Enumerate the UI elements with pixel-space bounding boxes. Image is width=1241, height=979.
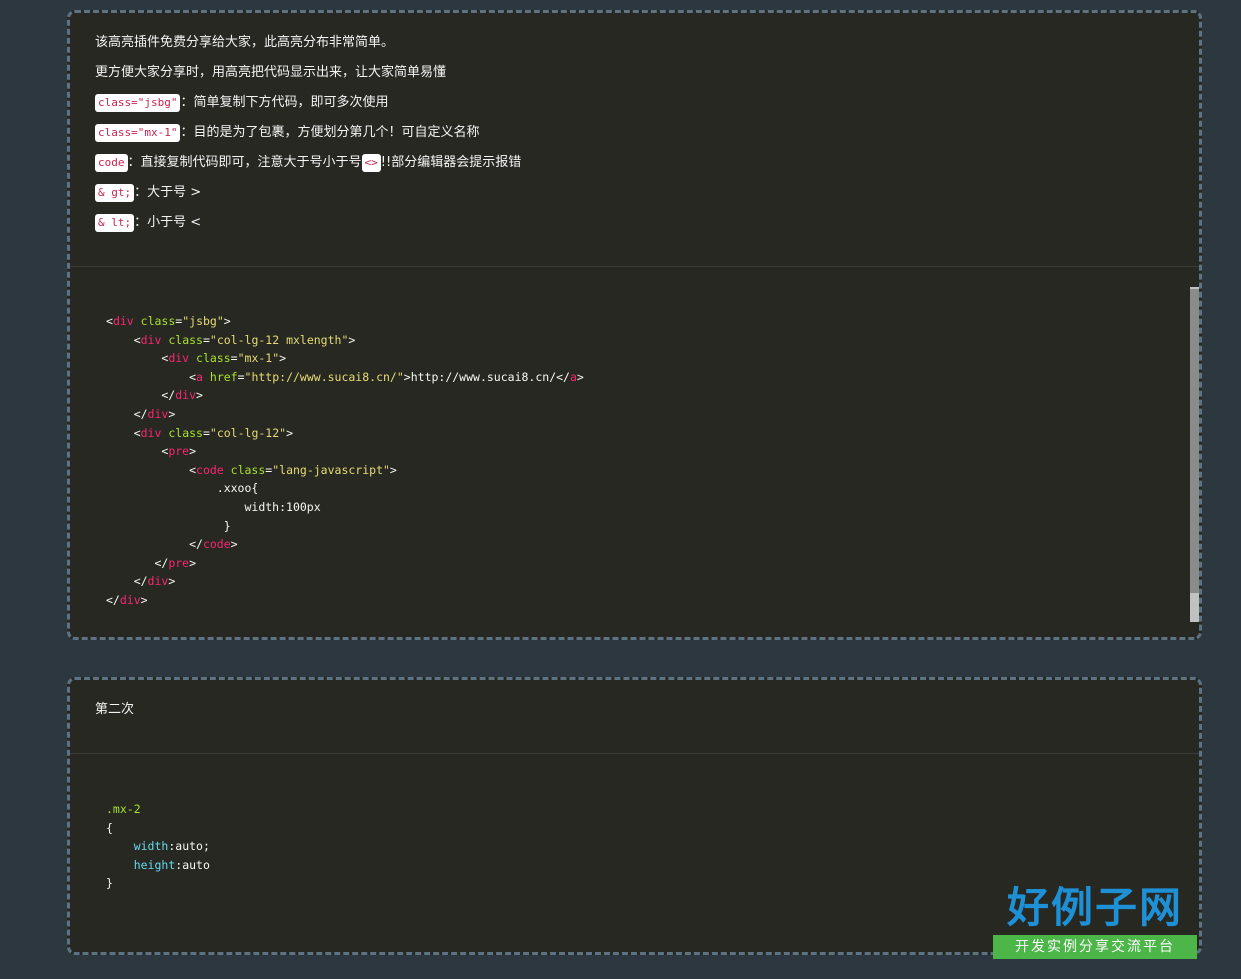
watermark-title: 好例子网 [1006,883,1183,932]
description-line: 更方便大家分享时，用高亮把代码显示出来，让大家简单易懂 [95,63,1174,93]
description-text: ：目的是为了包裹，方便划分第几个！可自定义名称 [180,125,480,140]
description-block: 第二次 [70,680,1199,730]
description-text: ：小于号 < [134,215,202,230]
description-text: 更方便大家分享时，用高亮把代码显示出来，让大家简单易懂 [95,65,447,80]
description-text: ：简单复制下方代码，即可多次使用 [180,95,389,110]
code-scrollbar[interactable] [1190,287,1199,622]
code-block: <div class="jsbg"> <div class="col-lg-12… [106,314,584,607]
inline-code-tag: & lt; [95,214,135,232]
site-watermark-logo: 好例子网 开发实例分享交流平台 [993,883,1197,967]
description-line: & lt; ：小于号 < [95,213,1174,243]
inline-code-tag: class="jsbg" [95,94,181,112]
code-scrollbar-thumb[interactable] [1190,289,1199,593]
description-text: !!部分编辑器会提示报错 [380,155,522,170]
description-text: 该高亮插件免费分享给大家，此高亮分布非常简单。 [95,35,395,50]
inline-code-tag: <> [361,154,381,172]
description-line: class="mx-1" ：目的是为了包裹，方便划分第几个！可自定义名称 [95,123,1174,153]
watermark-subtitle: 开发实例分享交流平台 [993,935,1197,959]
card-title-text: 第二次 [95,702,135,717]
description-line: class="jsbg" ：简单复制下方代码，即可多次使用 [95,93,1174,123]
description-text: ：直接复制代码即可，注意大于号小于号 [127,155,362,170]
code-highlight-card-1: 该高亮插件免费分享给大家，此高亮分布非常简单。 更方便大家分享时，用高亮把代码显… [67,10,1202,640]
section-divider [70,266,1199,267]
inline-code-tag: & gt; [95,184,135,202]
description-line: & gt; ：大于号 > [95,183,1174,213]
description-text: ：大于号 > [134,185,202,200]
inline-code-tag: code [95,154,128,172]
description-block: 该高亮插件免费分享给大家，此高亮分布非常简单。 更方便大家分享时，用高亮把代码显… [70,13,1199,243]
description-line: 该高亮插件免费分享给大家，此高亮分布非常简单。 [95,33,1174,63]
card-title: 第二次 [95,700,1174,730]
section-divider [70,753,1199,754]
description-line: code ：直接复制代码即可，注意大于号小于号 <> !!部分编辑器会提示报错 [95,153,1174,183]
inline-code-tag: class="mx-1" [95,124,181,142]
code-block: .mx-2 { width:auto; height:auto } [106,802,210,891]
